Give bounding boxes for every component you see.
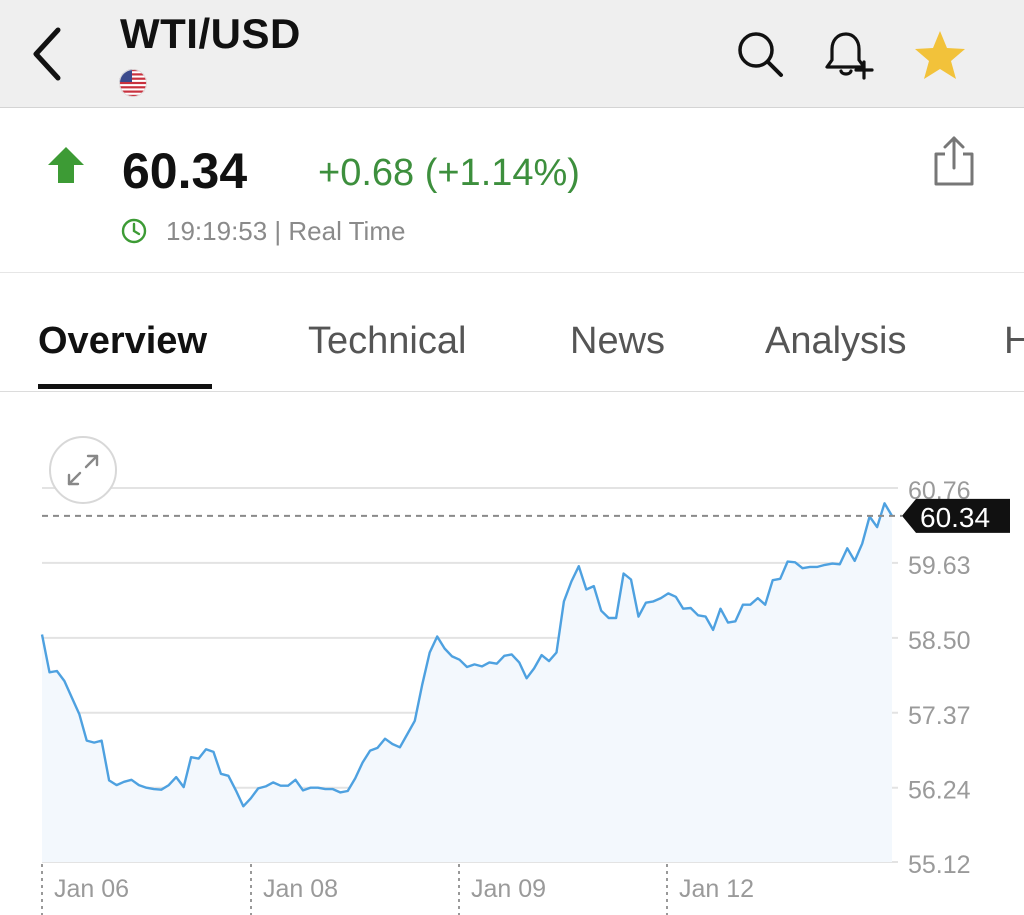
series-area <box>42 503 892 862</box>
bell-plus-icon <box>825 32 874 80</box>
tab-technical[interactable]: Technical <box>308 320 466 363</box>
up-arrow-icon <box>48 147 84 183</box>
y-tick-label: 59.63 <box>908 552 971 580</box>
divider <box>0 272 1024 273</box>
tab-analysis[interactable]: Analysis <box>765 320 907 363</box>
search-icon <box>738 32 783 77</box>
x-tick-label: Jan 08 <box>263 875 338 903</box>
back-button[interactable] <box>28 24 68 84</box>
y-tick-label: 56.24 <box>908 777 971 805</box>
search-button[interactable] <box>734 28 786 80</box>
watchlist-star-button[interactable] <box>912 28 965 80</box>
current-value-label: 60.34 <box>920 502 990 533</box>
add-alert-button[interactable] <box>822 28 874 80</box>
instrument-title: WTI/USD <box>120 10 301 57</box>
x-tick-label: Jan 09 <box>471 875 546 903</box>
current-price: 60.34 <box>122 143 248 199</box>
expand-chart-button[interactable] <box>48 435 118 505</box>
app-header: WTI/USD <box>0 0 1024 108</box>
quote-timestamp: 19:19:53 | Real Time <box>166 216 406 246</box>
tab-bar: Overview Technical News Analysis H <box>0 292 1024 392</box>
active-tab-indicator <box>38 384 212 389</box>
tab-historical[interactable]: H <box>1004 320 1024 363</box>
star-icon <box>915 31 965 79</box>
y-tick-label: 58.50 <box>908 627 971 655</box>
price-chart-svg: 60.7659.6358.5057.3756.2455.1260.34Jan 0… <box>40 477 1010 915</box>
back-chevron-icon <box>33 27 61 81</box>
price-chart[interactable]: 60.76 59.63 58.50 57.37 56.24 55.12 60.34 Jan 0… <box>0 392 1024 915</box>
us-flag-icon <box>119 69 147 97</box>
x-tick-label: Jan 12 <box>679 875 754 903</box>
x-tick-label: Jan 06 <box>54 875 129 903</box>
share-icon <box>934 136 974 186</box>
tab-overview[interactable]: Overview <box>38 320 207 363</box>
clock-icon <box>121 218 147 244</box>
expand-icon <box>49 436 117 504</box>
y-tick-label: 55.12 <box>908 851 971 879</box>
price-change: +0.68 (+1.14%) <box>318 152 580 194</box>
share-button[interactable] <box>928 134 980 190</box>
y-tick-label: 57.37 <box>908 702 971 730</box>
tab-news[interactable]: News <box>570 320 665 363</box>
